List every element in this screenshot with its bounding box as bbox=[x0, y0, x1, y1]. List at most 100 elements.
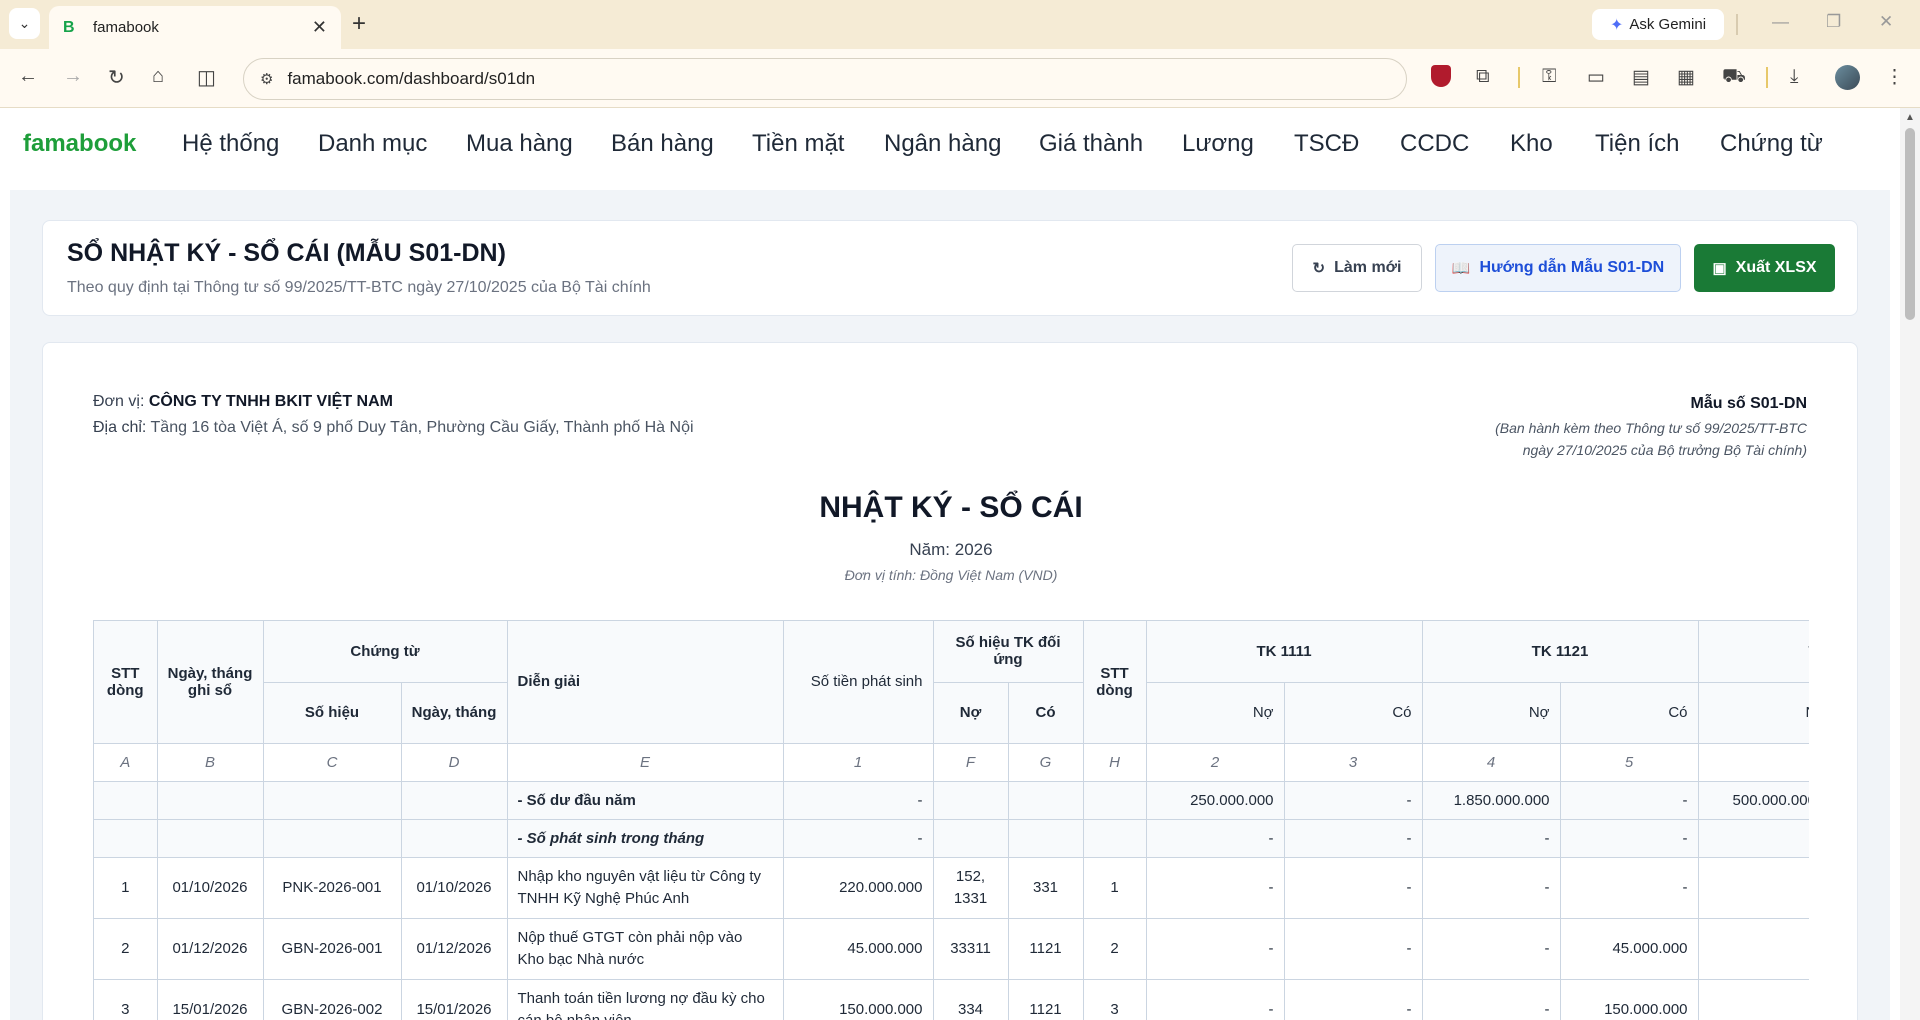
key-icon[interactable]: ⚿ bbox=[1542, 66, 1556, 88]
col-next-debit: N bbox=[1698, 682, 1809, 744]
period-amount: - bbox=[783, 819, 934, 858]
refresh-label: Làm mới bbox=[1334, 259, 1402, 276]
menu-mua-hang[interactable]: Mua hàng bbox=[466, 130, 573, 158]
cell-tk1121-credit: - bbox=[1560, 857, 1699, 919]
menu-chung-tu[interactable]: Chứng từ bbox=[1720, 130, 1823, 158]
download-icon[interactable]: ⤓ bbox=[1790, 66, 1798, 88]
reload-icon[interactable]: ↻ bbox=[108, 65, 125, 90]
profile-avatar[interactable] bbox=[1835, 65, 1860, 90]
col-acc-debit: Nợ bbox=[933, 682, 1009, 744]
report-card: Đơn vị: CÔNG TY TNHH BKIT VIỆT NAM Địa c… bbox=[42, 342, 1858, 1020]
site-info-icon[interactable]: ⚙ bbox=[260, 70, 273, 88]
col-counter-account: Số hiệu TK đối ứng bbox=[933, 621, 1084, 683]
page-header-card: SỔ NHẬT KÝ - SỔ CÁI (MẪU S01-DN) Theo qu… bbox=[42, 220, 1858, 316]
cell-stt-2: 3 bbox=[1083, 979, 1147, 1020]
period-tk1121-debit: - bbox=[1422, 819, 1561, 858]
cell-description: Nhập kho nguyên vật liệu từ Công ty TNHH… bbox=[507, 857, 784, 919]
menu-ngan-hang[interactable]: Ngân hàng bbox=[884, 130, 1001, 158]
minimize-icon[interactable]: — bbox=[1772, 12, 1789, 32]
cell-tk1121-debit: - bbox=[1422, 979, 1561, 1020]
cell-next-debit bbox=[1698, 857, 1809, 919]
refresh-button[interactable]: ↻ Làm mới bbox=[1292, 244, 1422, 292]
opening-tk1111-credit: - bbox=[1284, 781, 1423, 820]
col-acc-credit: Có bbox=[1008, 682, 1084, 744]
form-note: (Ban hành kèm theo Thông tư số 99/2025/T… bbox=[1387, 417, 1807, 461]
reading-mode-icon[interactable]: ▤ bbox=[1632, 66, 1650, 89]
url-text: famabook.com/dashboard/s01dn bbox=[287, 69, 536, 88]
menu-tscd[interactable]: TSCĐ bbox=[1294, 130, 1359, 158]
code-cell: 3 bbox=[1284, 743, 1423, 782]
cell-tk1121-debit: - bbox=[1422, 857, 1561, 919]
cell-stt-2: 1 bbox=[1083, 857, 1147, 919]
cell-next-debit bbox=[1698, 918, 1809, 980]
menu-ban-hang[interactable]: Bán hàng bbox=[611, 130, 714, 158]
unit-line: Đơn vị: CÔNG TY TNHH BKIT VIỆT NAM bbox=[93, 393, 393, 411]
cell-tk1111-debit: - bbox=[1146, 979, 1285, 1020]
divider bbox=[1736, 14, 1738, 35]
menu-gia-thanh[interactable]: Giá thành bbox=[1039, 130, 1143, 158]
cell-acc-debit: 152, 1331 bbox=[933, 857, 1009, 919]
col-stt-2: STT dòng bbox=[1083, 621, 1147, 744]
shield-extension-icon[interactable] bbox=[1431, 65, 1451, 87]
forward-icon[interactable]: → bbox=[63, 65, 83, 88]
close-tab-icon[interactable]: ✕ bbox=[312, 17, 327, 38]
menu-he-thong[interactable]: Hệ thống bbox=[182, 130, 279, 158]
cell-stt: 2 bbox=[94, 918, 158, 980]
period-label: - Số phát sinh trong tháng bbox=[507, 819, 784, 858]
menu-ccdc[interactable]: CCDC bbox=[1400, 130, 1469, 158]
restore-icon[interactable]: ❐ bbox=[1826, 12, 1841, 32]
cell-voucher-no: GBN-2026-002 bbox=[263, 979, 402, 1020]
menu-luong[interactable]: Lương bbox=[1182, 130, 1254, 158]
cell-acc-credit: 1121 bbox=[1008, 979, 1084, 1020]
favicon-icon: B bbox=[63, 18, 75, 36]
cell-acc-debit: 334 bbox=[933, 979, 1009, 1020]
scrollbar-thumb[interactable] bbox=[1905, 128, 1915, 320]
table-icon[interactable]: ▦ bbox=[1677, 66, 1695, 89]
new-tab-icon[interactable]: + bbox=[352, 10, 366, 38]
col-tk1111: TK 1111 bbox=[1146, 621, 1423, 683]
tab-search-button[interactable]: ⌄ bbox=[9, 8, 40, 39]
col-tk1121-credit: Có bbox=[1560, 682, 1699, 744]
col-tk1111-credit: Có bbox=[1284, 682, 1423, 744]
split-view-icon[interactable]: ◫ bbox=[197, 65, 216, 90]
ask-gemini-button[interactable]: ✦ Ask Gemini bbox=[1592, 9, 1724, 40]
puzzle-extension-icon[interactable]: ⧉ bbox=[1476, 66, 1490, 88]
col-amount: Số tiền phát sinh bbox=[783, 621, 934, 744]
page-scrollbar[interactable]: ▲ bbox=[1900, 108, 1920, 1020]
menu-kho[interactable]: Kho bbox=[1510, 130, 1553, 158]
close-window-icon[interactable]: ✕ bbox=[1879, 12, 1893, 32]
cell-tk1121-credit: 150.000.000 bbox=[1560, 979, 1699, 1020]
column-code-row: A B C D E 1 F G H 2 3 4 5 bbox=[94, 743, 1809, 782]
car-icon[interactable]: ⛟ bbox=[1722, 66, 1746, 90]
col-tk1111-debit: Nợ bbox=[1146, 682, 1285, 744]
menu-danh-muc[interactable]: Danh mục bbox=[318, 130, 427, 158]
cell-tk1111-debit: - bbox=[1146, 857, 1285, 919]
export-xlsx-button[interactable]: ▣ Xuất XLSX bbox=[1694, 244, 1835, 292]
opening-amount: - bbox=[783, 781, 934, 820]
table-row[interactable]: 1 01/10/2026 PNK-2026-001 01/10/2026 Nhậ… bbox=[94, 857, 1809, 919]
col-voucher-date: Ngày, tháng bbox=[401, 682, 508, 744]
report-title: NHẬT KÝ - SỔ CÁI bbox=[819, 491, 1083, 524]
more-menu-icon[interactable]: ⋮ bbox=[1885, 66, 1904, 89]
browser-tab-active[interactable]: B famabook ✕ bbox=[49, 6, 341, 49]
back-icon[interactable]: ← bbox=[18, 65, 38, 88]
card-icon[interactable]: ▭ bbox=[1587, 66, 1605, 89]
menu-tien-mat[interactable]: Tiền mặt bbox=[752, 130, 844, 158]
brand-logo[interactable]: famabook bbox=[23, 130, 136, 158]
scroll-up-icon[interactable]: ▲ bbox=[1905, 112, 1915, 123]
address-bar[interactable]: ⚙ famabook.com/dashboard/s01dn bbox=[243, 58, 1407, 100]
table-row[interactable]: 2 01/12/2026 GBN-2026-001 01/12/2026 Nộp… bbox=[94, 918, 1809, 980]
ask-gemini-label: Ask Gemini bbox=[1629, 16, 1707, 33]
guide-label: Hướng dẫn Mẫu S01-DN bbox=[1479, 259, 1665, 276]
cell-tk1111-credit: - bbox=[1284, 979, 1423, 1020]
home-icon[interactable]: ⌂ bbox=[152, 65, 164, 88]
cell-tk1111-credit: - bbox=[1284, 918, 1423, 980]
table-row[interactable]: 3 15/01/2026 GBN-2026-002 15/01/2026 Tha… bbox=[94, 979, 1809, 1020]
cell-tk1121-debit: - bbox=[1422, 918, 1561, 980]
menu-tien-ich[interactable]: Tiện ích bbox=[1595, 130, 1679, 158]
divider bbox=[1518, 67, 1520, 88]
guide-button[interactable]: 📖 Hướng dẫn Mẫu S01-DN bbox=[1435, 244, 1681, 292]
code-cell: 1 bbox=[783, 743, 934, 782]
opening-balance-row: - Số dư đầu năm - 250.000.000 - 1.850.00… bbox=[94, 781, 1809, 820]
ledger-table-wrapper[interactable]: STT dòng Ngày, tháng ghi sổ Chứng từ Diễ… bbox=[93, 620, 1809, 1020]
